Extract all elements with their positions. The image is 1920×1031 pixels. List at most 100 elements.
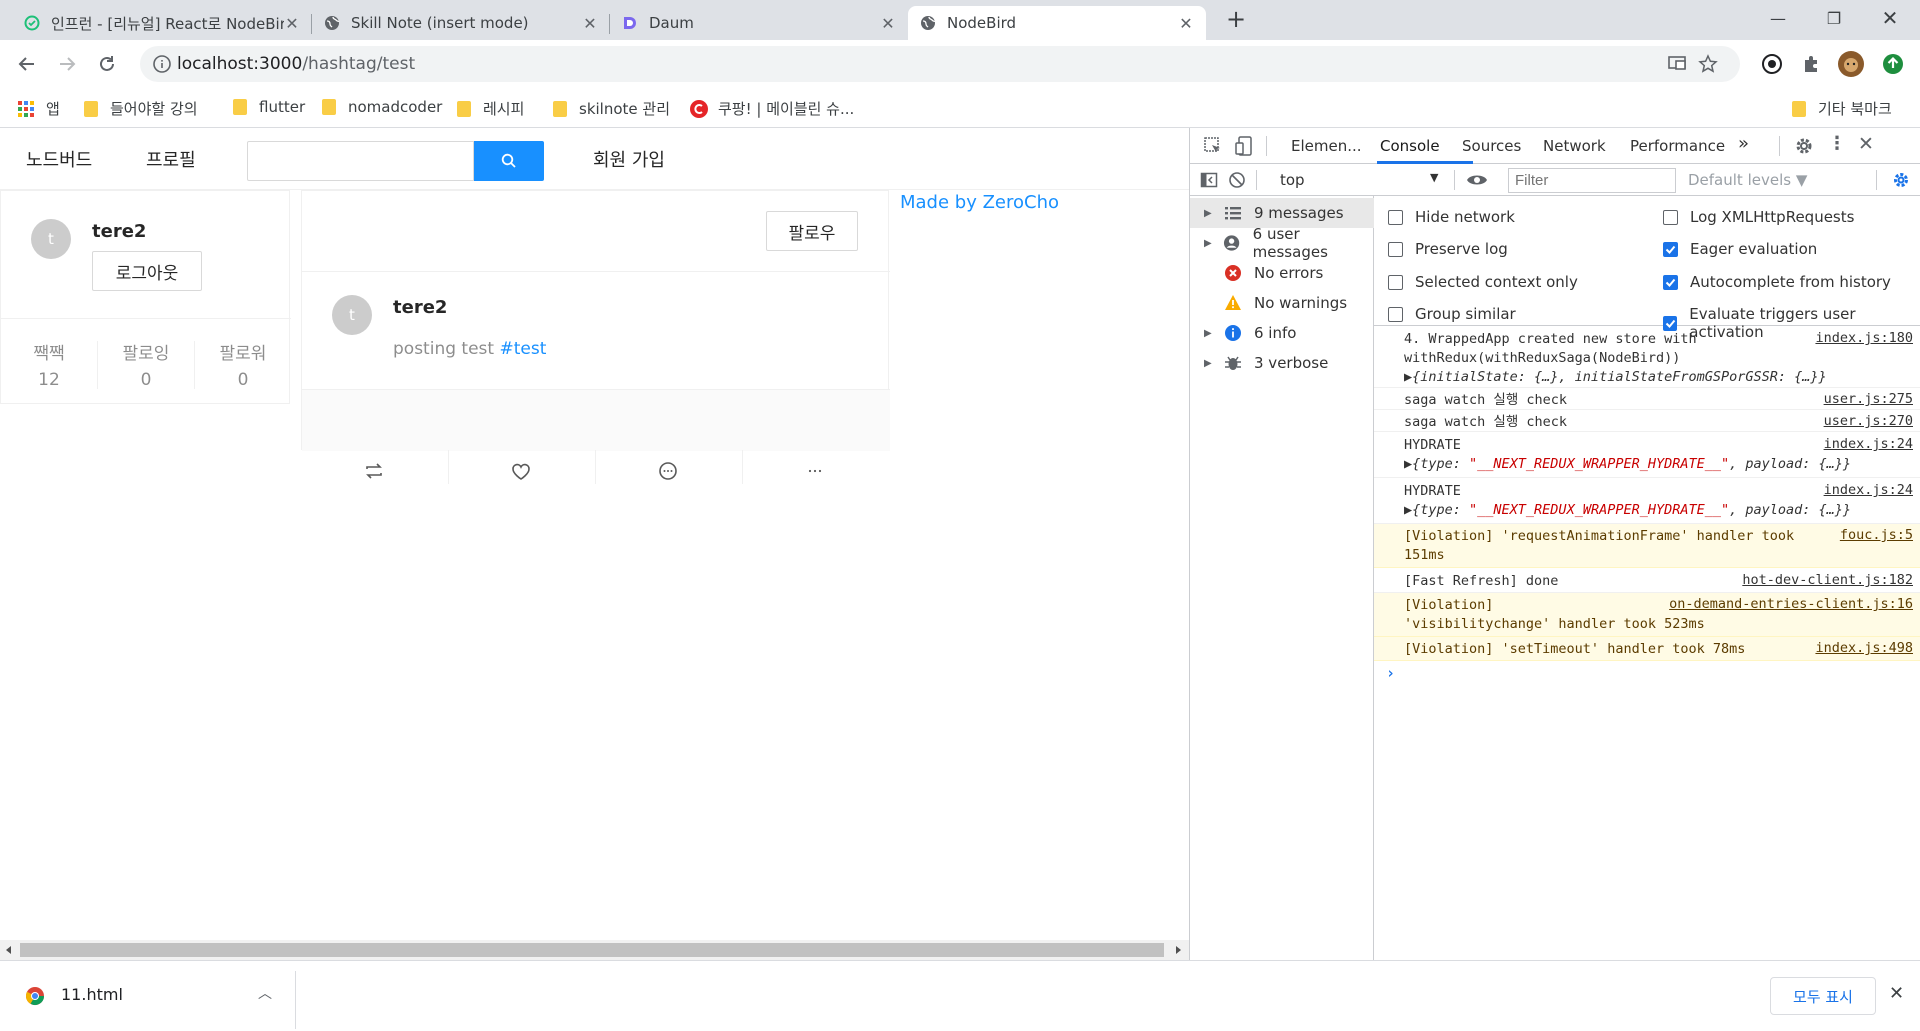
show-all-button[interactable]: 모두 표시 [1770,977,1876,1015]
context-select[interactable]: top [1280,171,1305,189]
message-object[interactable]: ▶{type: "__NEXT_REDUX_WRAPPER_HYDRATE__"… [1404,501,1913,520]
window-close-button[interactable]: ✕ [1862,0,1918,36]
bookmark-folder[interactable]: 들어야할 강의 [84,98,198,119]
update-icon[interactable] [1880,51,1906,77]
source-link[interactable]: index.js:180 [1815,330,1913,346]
close-icon[interactable]: ✕ [880,14,896,33]
tab-console[interactable]: Console [1380,137,1440,155]
bookmark-folder[interactable]: 레시피 [457,98,524,119]
console-violation[interactable]: [Violation] 'visibilitychange' handler t… [1374,593,1920,637]
more-tabs-icon[interactable]: » [1738,133,1749,154]
puzzle-icon[interactable] [1798,51,1824,77]
setting-preserve-log[interactable]: Preserve log [1388,240,1508,258]
nav-home-link[interactable]: 노드버드 [26,146,92,172]
sidebar-item-warnings[interactable]: No warnings [1190,288,1374,318]
source-link[interactable]: index.js:498 [1815,640,1913,656]
more-icon[interactable] [802,458,828,484]
checkbox-checked[interactable] [1663,241,1678,257]
back-button[interactable] [11,48,43,80]
bookmark-folder[interactable]: nomadcoder [322,98,442,116]
console-message[interactable]: HYDRATE ▶{type: "__NEXT_REDUX_WRAPPER_HY… [1374,478,1920,524]
source-link[interactable]: hot-dev-client.js:182 [1742,572,1913,588]
stat-tweets[interactable]: 짹짹 12 [1,319,97,405]
close-shelf-icon[interactable]: ✕ [1889,983,1904,1004]
tab-daum[interactable]: Daum ✕ [610,6,908,40]
kebab-menu-icon[interactable]: ⋮ [1828,133,1846,154]
console-message[interactable]: saga watch 실행 check user.js:275 [1374,388,1920,410]
source-link[interactable]: user.js:270 [1824,413,1913,429]
sidebar-item-messages[interactable]: ▶ 9 messages [1190,198,1374,228]
checkbox[interactable] [1388,306,1403,322]
nav-signup-link[interactable]: 회원 가입 [593,146,665,172]
tab-sources[interactable]: Sources [1462,137,1521,155]
reload-button[interactable] [91,48,123,80]
scroll-left-arrow[interactable] [6,946,11,954]
tab-skill-note[interactable]: Skill Note (insert mode) ✕ [312,6,610,40]
stat-following[interactable]: 팔로잉 0 [98,319,194,405]
bookmark-folder[interactable]: skilnote 관리 [553,98,670,119]
checkbox-checked[interactable] [1663,274,1678,290]
close-icon[interactable]: ✕ [582,14,598,33]
profile-avatar[interactable] [1838,51,1864,77]
sidebar-item-info[interactable]: ▶ 6 info [1190,318,1374,348]
new-tab-button[interactable]: + [1222,6,1250,34]
console-input[interactable] [1404,664,1904,686]
comment-icon[interactable] [655,458,681,484]
tab-performance[interactable]: Performance [1630,137,1725,155]
minimize-button[interactable]: — [1750,0,1806,36]
setting-selected-context[interactable]: Selected context only [1388,273,1578,291]
message-object[interactable]: ▶{initialState: {…}, initialStateFromGSP… [1404,368,1913,387]
bookmark-coupang[interactable]: 쿠팡! | 메이블린 슈... [690,98,854,119]
source-link[interactable]: on-demand-entries-client.js:16 [1669,596,1913,612]
sidebar-item-verbose[interactable]: ▶ 3 verbose [1190,348,1374,378]
checkbox[interactable] [1388,241,1403,257]
scroll-right-arrow[interactable] [1176,946,1181,954]
console-violation[interactable]: [Violation] 'requestAnimationFrame' hand… [1374,524,1920,568]
hashtag-link[interactable]: #test [499,339,546,359]
clear-console-icon[interactable] [1228,171,1246,189]
close-icon[interactable]: ✕ [1178,14,1194,33]
checkbox[interactable] [1388,274,1403,290]
expand-arrow-icon[interactable]: ▶ [1204,238,1215,249]
stat-followers[interactable]: 팔로워 0 [195,319,291,405]
console-message[interactable]: saga watch 실행 check user.js:270 [1374,410,1920,432]
source-link[interactable]: fouc.js:5 [1840,527,1913,543]
download-item[interactable]: 11.html ︿ [0,961,296,1031]
console-message[interactable]: HYDRATE ▶{type: "__NEXT_REDUX_WRAPPER_HY… [1374,432,1920,478]
checkbox[interactable] [1388,209,1403,225]
source-link[interactable]: index.js:24 [1824,482,1913,498]
gear-icon[interactable] [1794,136,1814,156]
expand-arrow-icon[interactable]: ▶ [1204,358,1216,369]
message-object[interactable]: ▶{type: "__NEXT_REDUX_WRAPPER_HYDRATE__"… [1404,455,1913,474]
source-link[interactable]: user.js:275 [1824,391,1913,407]
sidebar-item-errors[interactable]: No errors [1190,258,1374,288]
forward-button[interactable] [51,48,83,80]
scrollbar-thumb[interactable] [20,943,1164,957]
search-button[interactable] [474,141,544,181]
extension-icon[interactable] [1759,51,1785,77]
setting-eager-eval[interactable]: Eager evaluation [1663,240,1817,258]
horizontal-scrollbar[interactable] [0,940,1189,960]
sidebar-item-user-messages[interactable]: ▶ 6 user messages [1190,225,1374,261]
console-filter-input[interactable] [1508,168,1676,193]
console-message[interactable]: 4. WrappedApp created new store with wit… [1374,326,1920,388]
source-link[interactable]: index.js:24 [1824,436,1913,452]
info-icon[interactable] [152,54,172,74]
setting-log-xhr[interactable]: Log XMLHttpRequests [1663,208,1854,226]
nav-profile-link[interactable]: 프로필 [146,146,196,172]
follow-button[interactable]: 팔로우 [766,211,858,251]
bookmark-other[interactable]: 기타 북마크 [1792,98,1892,119]
device-toolbar-icon[interactable] [1234,135,1254,157]
star-icon[interactable] [1698,54,1718,74]
setting-hide-network[interactable]: Hide network [1388,208,1515,226]
tab-nodebird[interactable]: NodeBird ✕ [908,6,1206,40]
sidebar-toggle-icon[interactable] [1200,171,1218,189]
console-settings-gear-icon[interactable] [1892,171,1910,189]
chevron-up-icon[interactable]: ︿ [258,983,272,1003]
search-input[interactable] [247,141,474,181]
expand-arrow-icon[interactable]: ▶ [1204,328,1216,339]
maximize-button[interactable]: ❐ [1806,0,1862,36]
logout-button[interactable]: 로그아웃 [92,251,202,291]
console-violation[interactable]: [Violation] 'setTimeout' handler took 78… [1374,637,1920,661]
setting-group-similar[interactable]: Group similar [1388,305,1516,323]
